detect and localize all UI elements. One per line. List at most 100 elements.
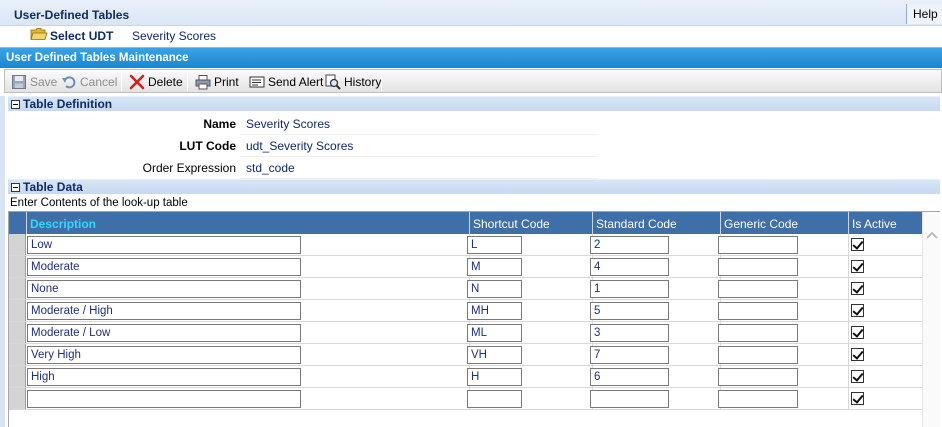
generic-code-input[interactable] [718, 236, 798, 254]
description-input[interactable]: Moderate / High [27, 302, 301, 320]
is-active-checkbox[interactable] [851, 282, 864, 295]
row-selector[interactable] [9, 388, 26, 409]
description-input[interactable]: Very High [27, 346, 301, 364]
description-input[interactable]: Low [27, 236, 301, 254]
is-active-checkbox[interactable] [851, 238, 864, 251]
row-selector[interactable] [9, 300, 26, 321]
order-expression-value: std_code [246, 161, 295, 175]
shortcut-code-input[interactable] [467, 390, 522, 408]
generic-code-input[interactable] [718, 302, 798, 320]
undo-icon [62, 76, 76, 89]
printer-icon [195, 75, 211, 90]
column-divider [848, 300, 849, 321]
column-divider [848, 344, 849, 365]
select-udt-button[interactable]: Select UDT [50, 29, 113, 43]
table-definition-title: Table Definition [23, 97, 113, 111]
row-selector[interactable] [9, 278, 26, 299]
history-button[interactable]: History [325, 73, 381, 91]
standard-code-input[interactable]: 5 [590, 302, 669, 320]
column-header-is-active[interactable]: Is Active [848, 212, 922, 234]
definition-row-name: Name Severity Scores [8, 113, 598, 135]
shortcut-code-input[interactable]: VH [467, 346, 522, 364]
is-active-checkbox[interactable] [851, 326, 864, 339]
description-input[interactable]: Moderate / Low [27, 324, 301, 342]
toolbar-divider [121, 72, 122, 91]
is-active-checkbox[interactable] [851, 348, 864, 361]
column-divider [848, 388, 849, 409]
history-magnifier-icon [325, 74, 341, 90]
row-selector[interactable] [9, 256, 26, 277]
is-active-checkbox[interactable] [851, 370, 864, 383]
table-row: Moderate / High MH 5 [9, 300, 922, 322]
row-selector[interactable] [9, 366, 26, 387]
generic-code-input[interactable] [718, 346, 798, 364]
standard-code-input[interactable]: 2 [590, 236, 669, 254]
is-active-checkbox[interactable] [851, 304, 864, 317]
table-row: None N 1 [9, 278, 922, 300]
standard-code-input[interactable]: 6 [590, 368, 669, 386]
standard-code-input[interactable]: 7 [590, 346, 669, 364]
column-header-description[interactable]: Description [26, 212, 469, 234]
standard-code-input[interactable] [590, 390, 669, 408]
description-input[interactable]: Moderate [27, 258, 301, 276]
toolbar-divider [381, 72, 382, 91]
table-row: Low L 2 [9, 234, 922, 256]
shortcut-code-input[interactable]: N [467, 280, 522, 298]
lut-code-label: LUT Code [179, 139, 236, 153]
send-alert-button[interactable]: Send Alert [249, 73, 323, 91]
table-data-instructions: Enter Contents of the look-up table [10, 197, 188, 209]
description-input[interactable]: High [27, 368, 301, 386]
maintenance-title: User Defined Tables Maintenance [6, 52, 189, 64]
row-selector[interactable] [9, 344, 26, 365]
maintenance-header: User Defined Tables Maintenance [0, 47, 942, 68]
grid-header-row: Description Shortcut Code Standard Code … [9, 212, 922, 234]
is-active-checkbox[interactable] [851, 260, 864, 273]
delete-label: Delete [148, 75, 183, 89]
cancel-button[interactable]: Cancel [61, 73, 117, 91]
print-label: Print [214, 75, 239, 89]
collapse-icon[interactable] [11, 183, 20, 192]
print-button[interactable]: Print [195, 73, 239, 91]
order-expression-label: Order Expression [142, 161, 236, 175]
shortcut-code-input[interactable]: MH [467, 302, 522, 320]
standard-code-input[interactable]: 1 [590, 280, 669, 298]
generic-code-input[interactable] [718, 324, 798, 342]
select-udt-bar: Select UDT Severity Scores [0, 26, 942, 46]
description-input[interactable]: None [27, 280, 301, 298]
table-row: Moderate M 4 [9, 256, 922, 278]
shortcut-code-input[interactable]: L [467, 236, 522, 254]
history-label: History [344, 75, 382, 89]
column-header-generic-code[interactable]: Generic Code [720, 212, 848, 234]
description-input[interactable] [27, 390, 301, 408]
help-link[interactable]: Help [906, 4, 942, 24]
generic-code-input[interactable] [718, 258, 798, 276]
generic-code-input[interactable] [718, 280, 798, 298]
table-row [9, 388, 922, 410]
generic-code-input[interactable] [718, 390, 798, 408]
save-button[interactable]: Save [11, 73, 57, 91]
row-selector[interactable] [9, 234, 26, 255]
shortcut-code-input[interactable]: H [467, 368, 522, 386]
open-folder-icon[interactable] [30, 27, 48, 41]
table-definition-header[interactable]: Table Definition [8, 96, 940, 111]
app-title: User-Defined Tables [14, 8, 130, 22]
collapse-icon[interactable] [11, 100, 20, 109]
shortcut-code-input[interactable]: M [467, 258, 522, 276]
delete-button[interactable]: Delete [129, 73, 183, 91]
column-header-standard-code[interactable]: Standard Code [592, 212, 720, 234]
shortcut-code-input[interactable]: ML [467, 324, 522, 342]
is-active-checkbox[interactable] [851, 392, 864, 405]
table-data-header[interactable]: Table Data [8, 179, 940, 194]
standard-code-input[interactable]: 3 [590, 324, 669, 342]
column-header-shortcut-code[interactable]: Shortcut Code [469, 212, 592, 234]
standard-code-input[interactable]: 4 [590, 258, 669, 276]
generic-code-input[interactable] [718, 368, 798, 386]
selected-udt-value: Severity Scores [132, 29, 217, 43]
scroll-up-arrow-icon[interactable] [926, 230, 938, 240]
grid-vertical-scrollbar[interactable] [922, 212, 940, 427]
delete-x-icon [129, 74, 145, 90]
row-selector[interactable] [9, 322, 26, 343]
table-data-title: Table Data [23, 180, 83, 194]
column-divider [848, 256, 849, 277]
alert-message-icon [249, 76, 265, 88]
